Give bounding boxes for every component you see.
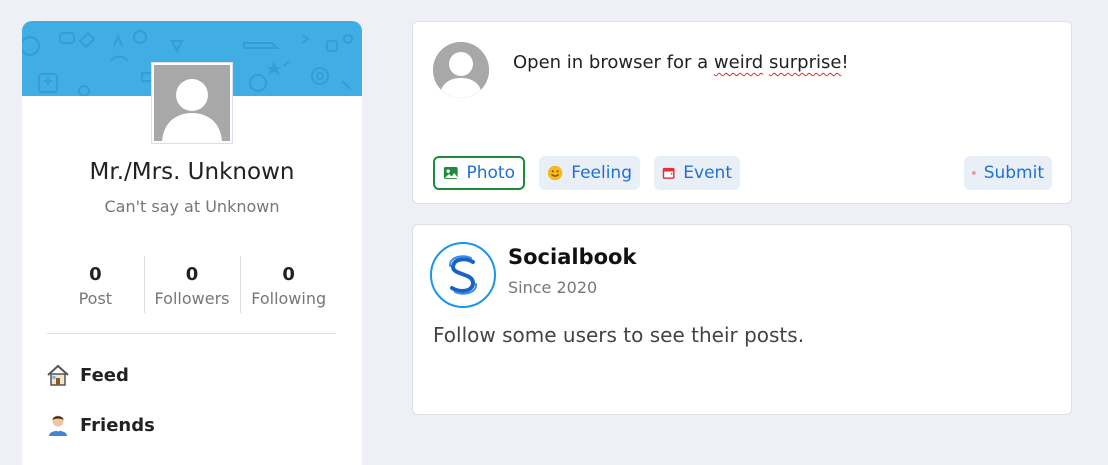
- feeling-button-label: Feeling: [571, 163, 632, 183]
- socialbook-s-icon: [449, 255, 477, 295]
- person-icon: [49, 415, 67, 436]
- profile-subtitle: Can't say at Unknown: [104, 197, 280, 216]
- profile-divider: [47, 333, 336, 334]
- stat-label: Following: [251, 289, 327, 308]
- post-composer: Open in browser for a weird surprise! Ph…: [412, 21, 1072, 204]
- profile-stats: 0 Post 0 Followers 0 Following: [47, 256, 337, 314]
- submit-button[interactable]: Submit: [964, 156, 1052, 190]
- profile-avatar[interactable]: [152, 63, 232, 143]
- target-icon: [972, 171, 976, 175]
- default-avatar-icon: [433, 42, 489, 98]
- stat-posts[interactable]: 0 Post: [47, 256, 144, 314]
- submit-button-label: Submit: [983, 163, 1044, 183]
- nav-item-label: Friends: [80, 414, 155, 436]
- image-icon: [443, 166, 458, 180]
- default-avatar-icon: [154, 65, 230, 141]
- brand-since: Since 2020: [508, 278, 598, 297]
- feed-empty-card: Socialbook Since 2020 Follow some users …: [412, 224, 1072, 415]
- stat-value: 0: [185, 264, 199, 285]
- nav-item-feed[interactable]: Feed: [46, 363, 129, 387]
- photo-button[interactable]: Photo: [433, 156, 525, 190]
- brand-name: Socialbook: [508, 245, 637, 269]
- nav-item-label: Feed: [80, 364, 129, 386]
- empty-feed-message: Follow some users to see their posts.: [433, 323, 805, 347]
- calendar-icon: [662, 167, 675, 179]
- profile-card: Mr./Mrs. Unknown Can't say at Unknown 0 …: [22, 21, 362, 465]
- nav-item-friends[interactable]: Friends: [46, 413, 155, 437]
- spellcheck-word: weird: [713, 52, 764, 73]
- profile-name: Mr./Mrs. Unknown: [89, 159, 295, 185]
- feeling-button[interactable]: Feeling: [539, 156, 640, 190]
- composer-input[interactable]: Open in browser for a weird surprise!: [513, 52, 849, 73]
- stat-value: 0: [282, 264, 295, 285]
- stat-following[interactable]: 0 Following: [240, 256, 337, 314]
- smiley-icon: [547, 165, 563, 181]
- house-icon: [47, 364, 69, 386]
- composer-avatar: [433, 42, 489, 98]
- spellcheck-word: surprise: [768, 52, 842, 73]
- stat-label: Post: [78, 289, 113, 308]
- event-button[interactable]: Event: [654, 156, 740, 190]
- stat-label: Followers: [154, 289, 230, 308]
- event-button-label: Event: [683, 163, 732, 183]
- socialbook-logo: [430, 242, 496, 308]
- photo-button-label: Photo: [466, 163, 516, 183]
- stat-value: 0: [89, 264, 102, 285]
- stat-followers[interactable]: 0 Followers: [143, 256, 241, 314]
